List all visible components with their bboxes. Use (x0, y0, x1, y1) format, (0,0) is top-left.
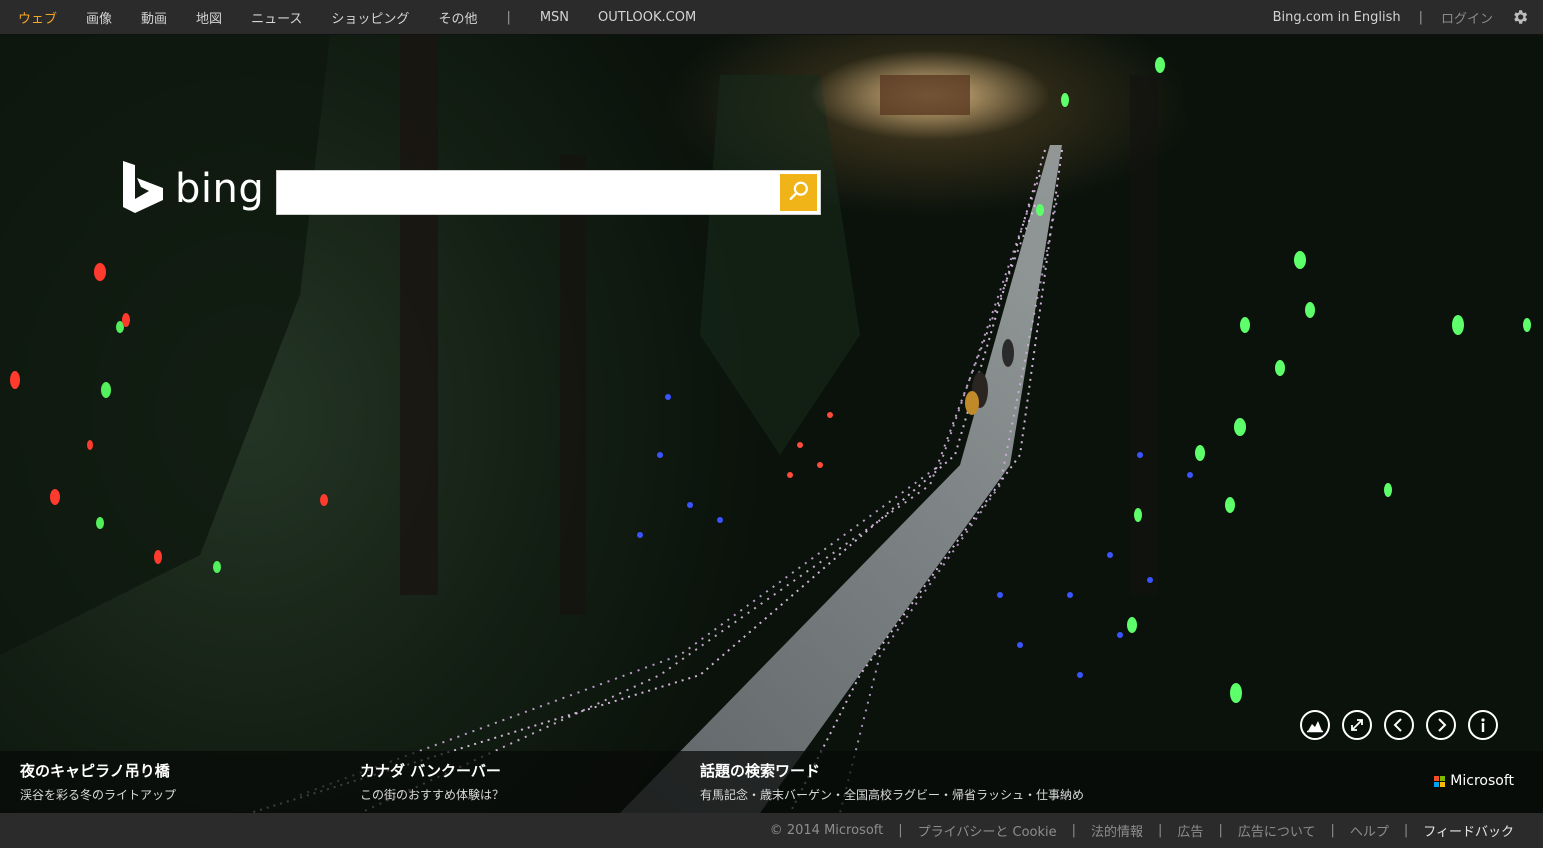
map-pin-icon[interactable] (1300, 710, 1330, 740)
microsoft-label: Microsoft (1450, 773, 1514, 789)
nav-msn[interactable]: MSN (540, 10, 569, 25)
image-caption-title: 夜のキャピラノ吊り橋 (20, 762, 170, 780)
top-nav-bar: ウェブ 画像 動画 地図 ニュース ショッピング その他 | MSN OUTLO… (0, 0, 1543, 35)
info-icon[interactable] (1468, 710, 1498, 740)
footer-about-ads-link[interactable]: 広告について (1238, 821, 1316, 840)
location-caption-subtitle: この街のおすすめ体験は？ (360, 788, 505, 802)
trending-caption[interactable]: 話題の検索ワード 有馬記念・歳末バーゲン・全国高校ラグビー・帰省ラッシュ・仕事納… (700, 760, 1084, 803)
footer-separator: | (1403, 823, 1409, 838)
copyright: © 2014 Microsoft (769, 823, 884, 838)
login-link[interactable]: ログイン (1441, 8, 1493, 27)
image-caption[interactable]: 夜のキャピラノ吊り橋 渓谷を彩る冬のライトアップ (20, 760, 176, 803)
bing-logo[interactable]: bing (123, 161, 265, 217)
nav-separator: | (506, 9, 511, 25)
bing-b-icon (123, 161, 165, 217)
footer-feedback-link[interactable]: フィードバック (1423, 821, 1514, 840)
microsoft-logo-icon (1434, 775, 1446, 787)
trending-caption-title: 話題の検索ワード (700, 762, 821, 780)
footer-legal-link[interactable]: 法的情報 (1091, 821, 1143, 840)
image-caption-subtitle: 渓谷を彩る冬のライトアップ (20, 788, 177, 802)
bing-wordmark: bing (175, 166, 265, 212)
nav-news[interactable]: ニュース (251, 8, 302, 27)
footer-separator: | (1218, 823, 1223, 838)
nav-scopes: ウェブ 画像 動画 地図 ニュース ショッピング その他 | MSN OUTLO… (0, 0, 725, 34)
nav-maps[interactable]: 地図 (196, 8, 222, 27)
search-input[interactable] (277, 171, 777, 214)
footer-separator: | (1071, 823, 1077, 838)
next-icon[interactable] (1426, 710, 1456, 740)
nav-web[interactable]: ウェブ (18, 8, 57, 27)
search-icon (788, 180, 810, 206)
image-controls (1300, 710, 1498, 740)
bridge-scene-illustration (0, 35, 1543, 813)
search-button[interactable] (780, 174, 817, 211)
footer-separator: | (1330, 823, 1335, 838)
footer: © 2014 Microsoft | プライバシーと Cookie | 法的情報… (0, 813, 1543, 848)
nav-account: Bing.com in English | ログイン (1273, 0, 1543, 34)
nav-videos[interactable]: 動画 (141, 8, 167, 27)
location-caption[interactable]: カナダ バンクーバー この街のおすすめ体験は？ (360, 760, 504, 803)
gear-icon[interactable] (1511, 8, 1529, 26)
trending-caption-subtitle: 有馬記念・歳末バーゲン・全国高校ラグビー・帰省ラッシュ・仕事納め (700, 788, 1085, 802)
background-photo (0, 35, 1543, 813)
footer-help-link[interactable]: ヘルプ (1350, 821, 1389, 840)
english-link[interactable]: Bing.com in English (1273, 10, 1401, 25)
microsoft-brand[interactable]: Microsoft (1434, 773, 1514, 789)
nav-right-separator: | (1418, 9, 1423, 25)
footer-advertise-link[interactable]: 広告 (1177, 821, 1203, 840)
previous-icon[interactable] (1384, 710, 1414, 740)
nav-outlook[interactable]: OUTLOOK.COM (598, 10, 696, 25)
footer-privacy-link[interactable]: プライバシーと Cookie (918, 821, 1057, 840)
footer-separator: | (1158, 823, 1163, 838)
nav-more[interactable]: その他 (438, 8, 477, 27)
nav-images[interactable]: 画像 (86, 8, 112, 27)
fullscreen-icon[interactable] (1342, 710, 1372, 740)
location-caption-title: カナダ バンクーバー (360, 762, 501, 780)
search-box (276, 170, 821, 215)
caption-strip: 夜のキャピラノ吊り橋 渓谷を彩る冬のライトアップ カナダ バンクーバー この街の… (0, 751, 1543, 813)
footer-separator: | (898, 823, 903, 838)
nav-shopping[interactable]: ショッピング (331, 8, 409, 27)
